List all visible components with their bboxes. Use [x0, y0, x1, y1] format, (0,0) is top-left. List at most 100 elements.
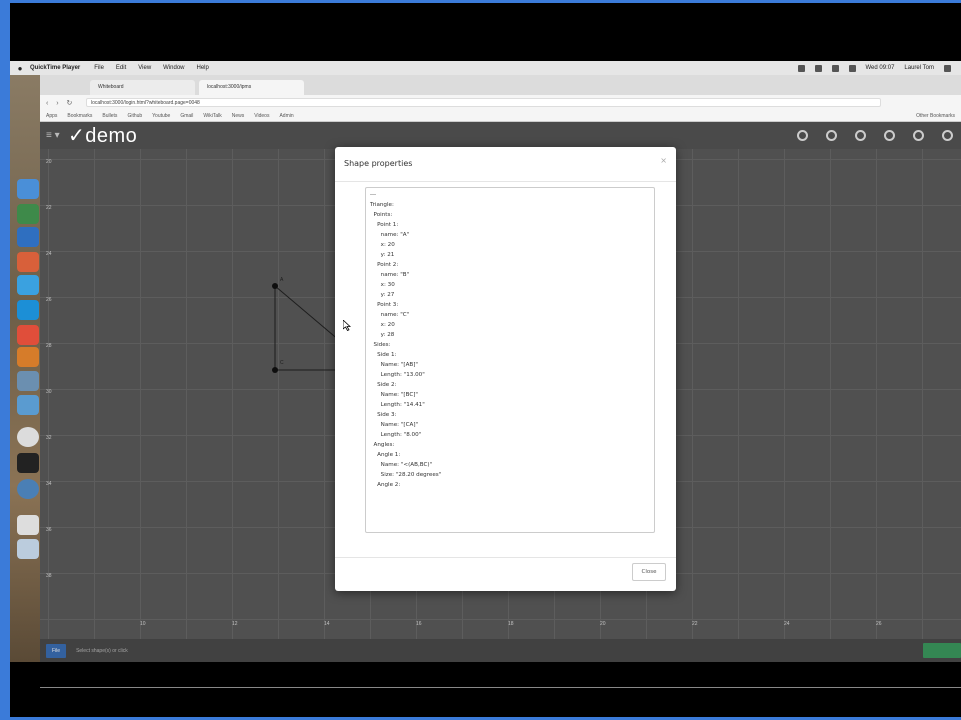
app-header: ≡ ▾ ✓demo: [40, 122, 961, 149]
properties-line: Angles:: [370, 442, 395, 448]
app-icon[interactable]: [17, 515, 39, 535]
system-menubar: ● QuickTime Player File Edit View Window…: [10, 61, 961, 75]
app-icon[interactable]: [17, 252, 39, 272]
browser-tab[interactable]: Whiteboard: [90, 80, 195, 95]
menubar-item-help[interactable]: Help: [197, 65, 209, 71]
properties-line: Length: "13.00": [370, 372, 425, 378]
bookmark-item[interactable]: Bookmarks: [67, 113, 92, 119]
properties-line: y: 21: [370, 252, 395, 258]
properties-line: Side 1:: [370, 352, 397, 358]
properties-line: y: 27: [370, 292, 395, 298]
apple-icon[interactable]: ●: [10, 64, 30, 73]
bookmark-item[interactable]: Github: [127, 113, 142, 119]
terminal-icon[interactable]: [17, 453, 39, 473]
divider: [335, 557, 676, 558]
dialog-title: Shape properties: [344, 159, 413, 168]
help-icon[interactable]: [913, 130, 924, 141]
properties-line: Point 1:: [370, 222, 399, 228]
undo-icon[interactable]: [797, 130, 808, 141]
bookmark-item[interactable]: Videos: [254, 113, 269, 119]
divider: [335, 181, 676, 182]
menubar-item-view[interactable]: View: [138, 65, 151, 71]
hamburger-icon[interactable]: ≡ ▾: [46, 130, 68, 141]
properties-line: Length: "14.41": [370, 402, 425, 408]
address-bar[interactable]: localhost:3000/login.html?whiteboard.pag…: [86, 98, 881, 107]
properties-text: --- Triangle: Points: Point 1: name: "A" …: [370, 190, 441, 490]
messages-icon[interactable]: [17, 275, 39, 295]
properties-line: name: "C": [370, 312, 410, 318]
close-icon[interactable]: ×: [660, 156, 667, 165]
properties-line: x: 30: [370, 282, 395, 288]
properties-line: Points:: [370, 212, 393, 218]
properties-line: Angle 2:: [370, 482, 401, 488]
properties-line: Name: "[CA]": [370, 422, 419, 428]
shape-properties-dialog: Shape properties × --- Triangle: Points: …: [335, 147, 676, 591]
app-icon[interactable]: [17, 347, 39, 367]
bookmark-item[interactable]: Youtube: [152, 113, 170, 119]
browser-tab-active[interactable]: localhost:3000/ipms: [199, 80, 304, 95]
bookmark-item[interactable]: News: [232, 113, 245, 119]
app-icon[interactable]: [17, 371, 39, 391]
frame-edge: [0, 0, 10, 720]
properties-line: Name: "<(AB,BC)": [370, 462, 433, 468]
menubar-clock[interactable]: Wed 09:07: [866, 65, 895, 71]
chrome-icon[interactable]: [17, 325, 39, 345]
browser-toolbar: ‹ › ↻ localhost:3000/login.html?whiteboa…: [40, 95, 961, 110]
app-toolbar: [797, 130, 961, 141]
menubar-item-window[interactable]: Window: [163, 65, 184, 71]
properties-line: Name: "[AB]": [370, 362, 419, 368]
properties-line: Sides:: [370, 342, 391, 348]
close-button[interactable]: Close: [632, 563, 666, 581]
properties-line: Point 2:: [370, 262, 399, 268]
screen: ● QuickTime Player File Edit View Window…: [0, 0, 961, 720]
app-icon[interactable]: [17, 395, 39, 415]
properties-line: name: "B": [370, 272, 410, 278]
wifi-icon[interactable]: [831, 64, 839, 72]
properties-line: name: "A": [370, 232, 410, 238]
frame-top: [0, 0, 961, 3]
properties-line: Length: "8.00": [370, 432, 422, 438]
menubar-user[interactable]: Laurel Tom: [904, 65, 934, 71]
battery-icon[interactable]: [848, 64, 856, 72]
browser-tabbar: Whiteboard localhost:3000/ipms: [40, 75, 961, 95]
bookmark-item[interactable]: Gmail: [180, 113, 193, 119]
outlook-icon[interactable]: [17, 227, 39, 247]
properties-line: Side 3:: [370, 412, 397, 418]
safari-icon[interactable]: [17, 427, 39, 447]
spotlight-icon[interactable]: [944, 64, 951, 72]
status-icon[interactable]: [797, 64, 805, 72]
settings-icon[interactable]: [884, 130, 895, 141]
other-bookmarks[interactable]: Other Bookmarks: [916, 113, 961, 119]
menubar-item-edit[interactable]: Edit: [116, 65, 126, 71]
app-icon[interactable]: [17, 479, 39, 499]
bookmarks-bar: Apps Bookmarks Bullets Github Youtube Gm…: [40, 110, 961, 122]
share-icon[interactable]: [942, 130, 953, 141]
properties-line: Point 3:: [370, 302, 399, 308]
x-axis: [40, 687, 961, 688]
bookmark-item[interactable]: Apps: [46, 113, 57, 119]
trash-icon[interactable]: [17, 539, 39, 559]
finder-icon[interactable]: [17, 179, 39, 199]
menubar-app-name[interactable]: QuickTime Player: [30, 65, 80, 71]
properties-line: x: 20: [370, 322, 395, 328]
menubar-status-area: Wed 09:07 Laurel Tom: [797, 64, 961, 72]
redo-icon[interactable]: [826, 130, 837, 141]
bookmark-item[interactable]: Admin: [279, 113, 293, 119]
app-icon[interactable]: [17, 204, 39, 224]
menubar-item-file[interactable]: File: [94, 65, 104, 71]
status-icon[interactable]: [814, 64, 822, 72]
properties-line: ---: [370, 192, 377, 198]
properties-line: y: 28: [370, 332, 395, 338]
nav-buttons-icon[interactable]: ‹ › ↻: [46, 99, 86, 107]
home-icon[interactable]: [855, 130, 866, 141]
bookmark-item[interactable]: Bullets: [102, 113, 117, 119]
properties-line: Triangle:: [370, 202, 394, 208]
properties-line: Size: "28.20 degrees": [370, 472, 442, 478]
properties-line: Name: "[BC]": [370, 392, 418, 398]
skype-icon[interactable]: [17, 300, 39, 320]
app-logo: ✓demo: [68, 125, 138, 147]
properties-line: Side 2:: [370, 382, 397, 388]
properties-textarea[interactable]: --- Triangle: Points: Point 1: name: "A" …: [365, 187, 655, 533]
bookmark-item[interactable]: WikiTalk: [203, 113, 221, 119]
properties-line: Angle 1:: [370, 452, 401, 458]
